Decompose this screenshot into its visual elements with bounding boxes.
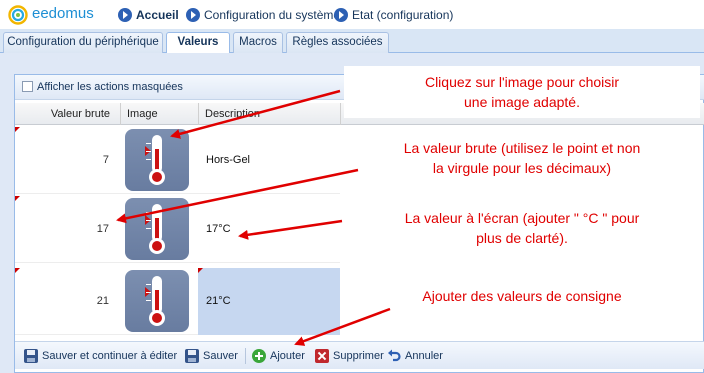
callout-raw-value-tip: La valeur brute (utilisez le point et no… bbox=[344, 138, 700, 182]
show-hidden-label: Afficher les actions masquées bbox=[37, 81, 183, 93]
save-button[interactable]: Sauver bbox=[185, 347, 238, 365]
callout-line: une image adapté. bbox=[464, 94, 580, 110]
tab-associated-rules[interactable]: Règles associées bbox=[286, 32, 389, 53]
save-continue-button[interactable]: Sauver et continuer à éditer bbox=[24, 347, 177, 365]
description-cell[interactable]: 21°C bbox=[198, 268, 340, 335]
callout-line: la virgule pour les décimaux) bbox=[432, 160, 612, 176]
description-cell[interactable]: Hors-Gel bbox=[198, 127, 340, 194]
thermometer-icon[interactable] bbox=[125, 129, 189, 191]
delete-button[interactable]: Supprimer bbox=[315, 347, 384, 365]
column-header-description[interactable]: Description bbox=[199, 103, 341, 125]
image-cell[interactable] bbox=[121, 196, 197, 263]
top-bar: eedomus Accueil Configuration du système… bbox=[0, 0, 704, 30]
breadcrumb-label: Configuration du système bbox=[204, 8, 341, 22]
thermometer-icon[interactable] bbox=[125, 198, 189, 260]
add-button[interactable]: Ajouter bbox=[252, 347, 305, 365]
callout-line: La valeur à l'écran (ajouter " °C " pour bbox=[404, 210, 640, 226]
floppy-disk-icon bbox=[24, 349, 38, 363]
add-icon bbox=[252, 349, 266, 363]
cancel-button[interactable]: Annuler bbox=[387, 347, 443, 365]
table-row[interactable]: 7 Hors-Gel bbox=[15, 127, 340, 194]
arrow-circle-icon bbox=[334, 8, 348, 22]
button-label: Sauver bbox=[203, 350, 238, 362]
callout-add-tip: Ajouter des valeurs de consigne bbox=[344, 286, 700, 310]
tab-strip: Configuration du périphérique Valeurs Ma… bbox=[0, 29, 704, 54]
breadcrumb-system-config[interactable]: Configuration du système bbox=[186, 7, 340, 23]
arrow-circle-icon bbox=[186, 8, 200, 22]
modified-marker bbox=[198, 268, 203, 273]
breadcrumb-label: Etat (configuration) bbox=[352, 8, 454, 22]
button-label: Supprimer bbox=[333, 350, 384, 362]
callout-display-tip: La valeur à l'écran (ajouter " °C " pour… bbox=[344, 208, 700, 252]
eedomus-logo-icon bbox=[8, 5, 28, 25]
image-cell[interactable] bbox=[121, 268, 197, 335]
app-name: eedomus bbox=[32, 5, 94, 22]
callout-image-tip: Cliquez sur l'image pour choisir une ima… bbox=[344, 66, 700, 118]
description-cell[interactable]: 17°C bbox=[198, 196, 340, 263]
raw-value-cell[interactable]: 17 bbox=[15, 196, 119, 263]
breadcrumb-state-config[interactable]: Etat (configuration) bbox=[334, 7, 453, 23]
floppy-disk-icon bbox=[185, 349, 199, 363]
column-header-image[interactable]: Image bbox=[121, 103, 199, 125]
callout-line: Cliquez sur l'image pour choisir bbox=[424, 74, 620, 90]
image-cell[interactable] bbox=[121, 127, 197, 194]
table-row[interactable]: 21 21°C bbox=[15, 268, 340, 335]
raw-value-cell[interactable]: 21 bbox=[15, 268, 119, 335]
tab-device-config[interactable]: Configuration du périphérique bbox=[3, 32, 163, 53]
raw-value-cell[interactable]: 7 bbox=[15, 127, 119, 194]
breadcrumb-home[interactable]: Accueil bbox=[118, 7, 179, 23]
show-hidden-checkbox[interactable] bbox=[22, 81, 33, 92]
breadcrumb-label: Accueil bbox=[136, 8, 179, 22]
tab-macros[interactable]: Macros bbox=[233, 32, 283, 53]
arrow-circle-icon bbox=[118, 8, 132, 22]
undo-icon bbox=[388, 349, 401, 362]
toolbar-separator bbox=[245, 348, 246, 364]
tab-values[interactable]: Valeurs bbox=[166, 32, 230, 54]
button-label: Sauver et continuer à éditer bbox=[42, 350, 178, 362]
button-label: Annuler bbox=[405, 350, 443, 362]
callout-line: La valeur brute (utilisez le point et no… bbox=[403, 140, 641, 156]
button-label: Ajouter bbox=[270, 350, 305, 362]
callout-line: plus de clarté). bbox=[476, 230, 568, 246]
thermometer-icon[interactable] bbox=[125, 270, 189, 332]
callout-line: Ajouter des valeurs de consigne bbox=[422, 288, 622, 304]
table-row[interactable]: 17 17°C bbox=[15, 196, 340, 263]
column-header-raw-value[interactable]: Valeur brute bbox=[15, 103, 121, 125]
delete-icon bbox=[315, 349, 329, 363]
grid-bottom-toolbar: Sauver et continuer à éditer Sauver Ajou… bbox=[15, 341, 704, 369]
